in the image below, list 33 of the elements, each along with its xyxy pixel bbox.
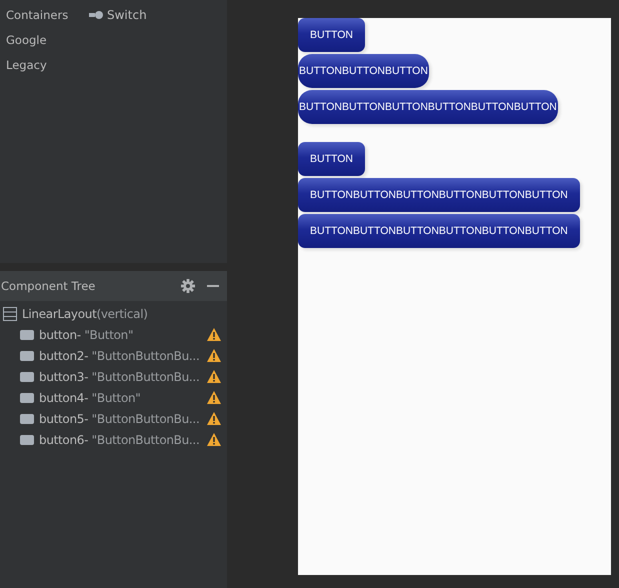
palette-category[interactable]: Google	[6, 31, 89, 49]
warning-icon[interactable]	[207, 391, 221, 404]
button-icon	[20, 372, 34, 382]
preview-button[interactable]: BUTTONBUTTONBUTTONBUTTONBUTTONBUTTON	[298, 90, 558, 124]
palette-item[interactable]: Switch	[107, 8, 147, 22]
palette-category[interactable]: Containers	[6, 6, 89, 24]
button-icon	[20, 414, 34, 424]
tree-item[interactable]: LinearLayout(vertical)	[22, 306, 227, 320]
preview-button[interactable]: BUTTONBUTTONBUTTONBUTTONBUTTONBUTTON	[298, 214, 580, 248]
tree-item[interactable]: button3- "ButtonButtonBu...	[39, 370, 202, 384]
panel-title: Component Tree	[0, 279, 96, 293]
tree-item[interactable]: button- "Button"	[39, 328, 202, 342]
preview-button[interactable]: BUTTONBUTTONBUTTONBUTTONBUTTONBUTTON	[298, 178, 580, 212]
warning-icon[interactable]	[207, 370, 221, 383]
warning-icon[interactable]	[207, 349, 221, 362]
settings-icon[interactable]	[181, 279, 195, 293]
tree-item[interactable]: button4- "Button"	[39, 390, 202, 404]
preview-button[interactable]: BUTTON	[298, 18, 365, 52]
button-icon	[20, 330, 34, 340]
tree-item[interactable]: button6- "ButtonButtonBu...	[39, 432, 202, 446]
layout-icon	[3, 306, 17, 320]
button-icon	[20, 392, 34, 402]
warning-icon[interactable]	[207, 328, 221, 341]
preview-button[interactable]: BUTTONBUTTONBUTTON	[298, 54, 429, 88]
warning-icon[interactable]	[207, 433, 221, 446]
warning-icon[interactable]	[207, 412, 221, 425]
button-icon	[20, 350, 34, 360]
tree-item[interactable]: button5- "ButtonButtonBu...	[39, 412, 202, 426]
palette-category[interactable]: Legacy	[6, 56, 89, 74]
tree-item[interactable]: button2- "ButtonButtonBu...	[39, 348, 202, 362]
switch-icon	[89, 11, 103, 19]
button-icon	[20, 434, 34, 444]
preview-button[interactable]: BUTTON	[298, 142, 365, 176]
